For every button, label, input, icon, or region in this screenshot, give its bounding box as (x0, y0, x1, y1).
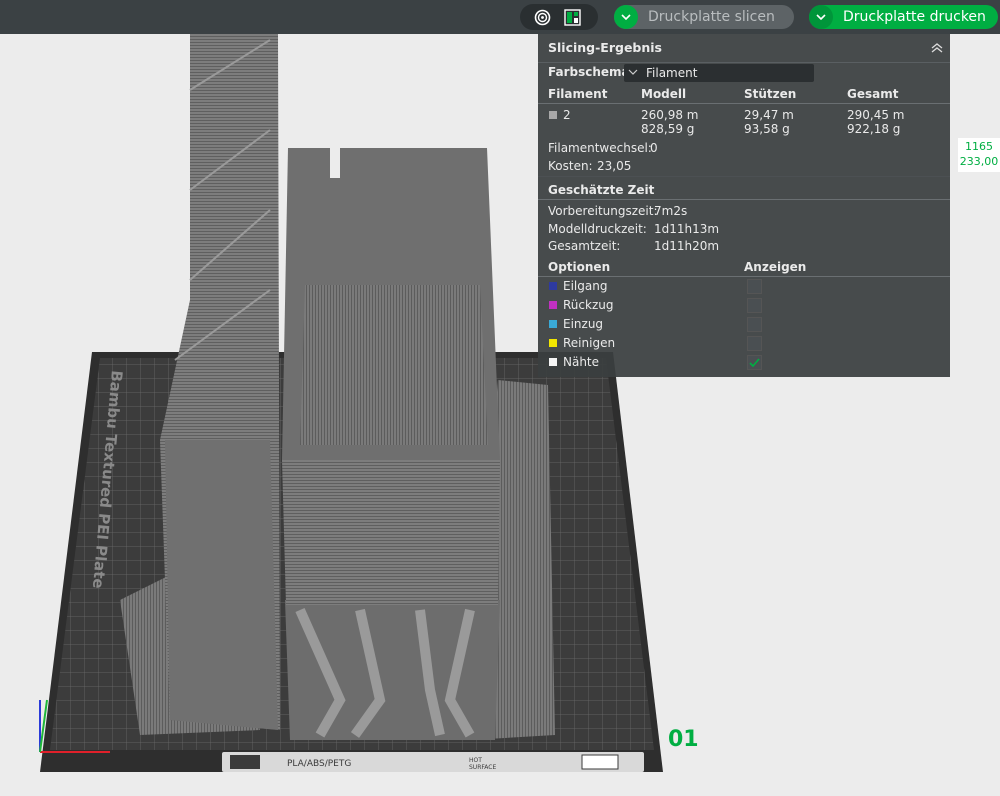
panel-title: Slicing-Ergebnis (548, 40, 663, 55)
col-header-supports: Stützen (744, 87, 797, 101)
wipe-color-swatch (549, 339, 557, 347)
layout-view-icon[interactable] (564, 9, 581, 26)
total-weight: 922,18 g (847, 122, 901, 136)
color-scheme-select[interactable]: Filament (624, 64, 814, 82)
slice-plate-button[interactable]: Druckplatte slicen (614, 5, 794, 29)
model-weight: 828,59 g (641, 122, 695, 136)
seams-color-swatch (549, 358, 557, 366)
total-time-label: Gesamtzeit: (548, 239, 621, 253)
travel-color-swatch (549, 282, 557, 290)
display-header: Anzeigen (744, 260, 807, 274)
options-header: Optionen (548, 260, 611, 274)
model-length: 260,98 m (641, 108, 699, 122)
cost-value: 23,05 (597, 159, 632, 173)
slice-plate-label: Druckplatte slicen (648, 9, 775, 25)
option-unretract-checkbox[interactable] (747, 317, 762, 332)
col-header-filament: Filament (548, 87, 608, 101)
col-header-total: Gesamt (847, 87, 899, 101)
total-time-value: 1d11h20m (654, 239, 720, 253)
prep-time-value: 7m2s (654, 204, 688, 218)
option-wipe-checkbox[interactable] (747, 336, 762, 351)
option-seams-checkbox[interactable] (747, 355, 762, 370)
divider (538, 103, 950, 104)
layer-number: 1165 (965, 140, 993, 153)
layers-view-icon[interactable] (534, 9, 551, 26)
layer-height-readout: 1165 233,00 (958, 138, 1000, 172)
unretract-color-swatch (549, 320, 557, 328)
option-travel-label: Eilgang (563, 279, 608, 293)
panel-header: Slicing-Ergebnis (538, 34, 950, 63)
filament-changes-value: 0 (650, 141, 658, 155)
filament-swatch (549, 111, 557, 119)
plate-hot-label: HOT (469, 757, 482, 764)
filament-changes-label: Filamentwechsel: (548, 141, 652, 155)
support-length: 29,47 m (744, 108, 794, 122)
plate-surface-label: SURFACE (469, 764, 496, 771)
chevron-down-icon[interactable] (809, 5, 833, 29)
option-retract-label: Rückzug (563, 298, 614, 312)
collapse-icon[interactable] (930, 34, 944, 62)
prep-time-label: Vorbereitungszeit: (548, 204, 658, 218)
checkmark-icon (749, 358, 760, 367)
color-scheme-label: Farbschema (548, 65, 630, 79)
divider (538, 276, 950, 277)
top-toolbar: Druckplatte slicen Druckplatte drucken (0, 0, 1000, 34)
option-travel-checkbox[interactable] (747, 279, 762, 294)
col-header-model: Modell (641, 87, 687, 101)
support-weight: 93,58 g (744, 122, 790, 136)
retract-color-swatch (549, 301, 557, 309)
print-plate-button[interactable]: Druckplatte drucken (809, 5, 998, 29)
chevron-down-icon (628, 65, 638, 79)
sliced-model (120, 34, 555, 740)
filament-id: 2 (563, 108, 571, 122)
cost-label: Kosten: (548, 159, 593, 173)
model-time-value: 1d11h13m (654, 222, 720, 236)
divider (538, 176, 950, 177)
option-retract-checkbox[interactable] (747, 298, 762, 313)
plate-number: 01 (668, 727, 699, 752)
chevron-down-icon[interactable] (614, 5, 638, 29)
view-toggle-group (520, 4, 598, 30)
slicing-result-panel: Slicing-Ergebnis Farbschema Filament Fil… (538, 34, 950, 377)
total-length: 290,45 m (847, 108, 905, 122)
plate-material-label: PLA/ABS/PETG (287, 759, 351, 769)
option-unretract-label: Einzug (563, 317, 604, 331)
divider (538, 199, 950, 200)
model-time-label: Modelldruckzeit: (548, 222, 647, 236)
color-scheme-value: Filament (646, 66, 698, 80)
print-plate-label: Druckplatte drucken (843, 9, 986, 25)
option-wipe-label: Reinigen (563, 336, 616, 350)
time-section-title: Geschätzte Zeit (548, 183, 655, 197)
option-seams-label: Nähte (563, 355, 600, 369)
layer-height: 233,00 (959, 155, 999, 168)
